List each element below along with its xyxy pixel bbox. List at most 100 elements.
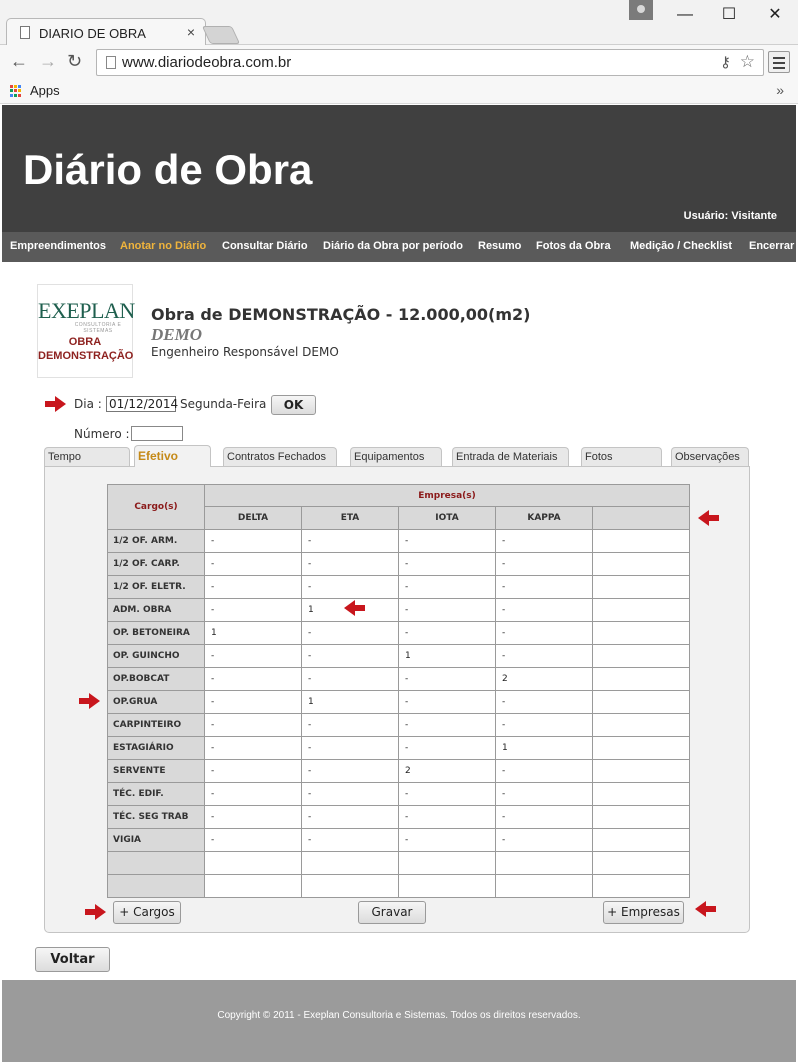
quantity-cell[interactable] [592, 874, 690, 898]
save-button[interactable]: Gravar [358, 901, 426, 924]
nav-resumo[interactable]: Resumo [478, 240, 521, 252]
quantity-cell[interactable]: - [204, 667, 302, 691]
tab-observacoes[interactable]: Observações [671, 447, 749, 466]
quantity-cell[interactable]: - [204, 828, 302, 852]
quantity-cell[interactable]: - [495, 575, 593, 599]
apps-link[interactable]: Apps [30, 83, 60, 98]
quantity-cell[interactable] [592, 805, 690, 829]
quantity-cell[interactable] [592, 621, 690, 645]
quantity-cell[interactable] [398, 851, 496, 875]
quantity-cell[interactable]: - [204, 575, 302, 599]
quantity-cell[interactable] [592, 851, 690, 875]
quantity-cell[interactable]: - [398, 575, 496, 599]
quantity-cell[interactable] [204, 874, 302, 898]
quantity-cell[interactable]: - [301, 644, 399, 668]
quantity-cell[interactable]: - [204, 713, 302, 737]
profile-icon[interactable] [629, 0, 653, 20]
tab-entrada-de-materiais[interactable]: Entrada de Materiais [452, 447, 569, 466]
new-tab-button[interactable] [201, 26, 241, 44]
address-bar[interactable]: www.diariodeobra.com.br ⚷ ☆ [96, 49, 764, 76]
quantity-cell[interactable] [592, 644, 690, 668]
tab-fotos[interactable]: Fotos [581, 447, 662, 466]
nav-medicao-checklist[interactable]: Medição / Checklist [630, 240, 732, 252]
close-window-button[interactable]: ✕ [752, 0, 798, 30]
quantity-cell[interactable] [592, 828, 690, 852]
forward-icon[interactable]: → [39, 51, 57, 72]
quantity-cell[interactable]: - [204, 552, 302, 576]
minimize-button[interactable]: — [662, 0, 708, 30]
quantity-cell[interactable] [592, 552, 690, 576]
quantity-cell[interactable] [592, 690, 690, 714]
quantity-cell[interactable]: - [301, 713, 399, 737]
browser-menu-button[interactable] [768, 51, 790, 73]
quantity-cell[interactable]: - [495, 828, 593, 852]
tab-contratos-fechados[interactable]: Contratos Fechados [223, 447, 337, 466]
quantity-cell[interactable]: - [398, 552, 496, 576]
quantity-cell[interactable]: - [495, 805, 593, 829]
quantity-cell[interactable] [495, 851, 593, 875]
quantity-cell[interactable]: - [398, 805, 496, 829]
add-empresas-button[interactable]: + Empresas [603, 901, 684, 924]
quantity-cell[interactable]: - [204, 805, 302, 829]
quantity-cell[interactable]: - [398, 621, 496, 645]
quantity-cell[interactable]: - [495, 598, 593, 622]
numero-field[interactable] [131, 426, 183, 441]
tab-efetivo[interactable]: Efetivo [134, 445, 211, 467]
quantity-cell[interactable]: 1 [204, 621, 302, 645]
quantity-cell[interactable]: - [398, 598, 496, 622]
quantity-cell[interactable]: - [301, 667, 399, 691]
quantity-cell[interactable]: 1 [301, 690, 399, 714]
bookmark-star-icon[interactable]: ☆ [740, 52, 755, 72]
quantity-cell[interactable] [592, 713, 690, 737]
quantity-cell[interactable]: - [204, 644, 302, 668]
quantity-cell[interactable]: - [398, 782, 496, 806]
quantity-cell[interactable]: - [204, 598, 302, 622]
quantity-cell[interactable]: - [301, 552, 399, 576]
nav-empreendimentos[interactable]: Empreendimentos [10, 240, 106, 252]
bookmarks-more-icon[interactable]: » [776, 82, 784, 98]
quantity-cell[interactable]: - [495, 690, 593, 714]
quantity-cell[interactable] [592, 575, 690, 599]
quantity-cell[interactable]: - [398, 713, 496, 737]
quantity-cell[interactable]: - [495, 529, 593, 553]
tab-equipamentos[interactable]: Equipamentos [350, 447, 442, 466]
quantity-cell[interactable]: - [301, 621, 399, 645]
quantity-cell[interactable] [301, 851, 399, 875]
apps-grid-icon[interactable] [10, 85, 22, 97]
quantity-cell[interactable]: - [204, 759, 302, 783]
close-tab-icon[interactable]: × [187, 24, 195, 40]
browser-tab[interactable]: DIARIO DE OBRA × [6, 18, 206, 46]
quantity-cell[interactable]: - [204, 529, 302, 553]
quantity-cell[interactable] [592, 759, 690, 783]
quantity-cell[interactable]: - [398, 828, 496, 852]
date-field[interactable]: 01/12/2014 [106, 396, 178, 412]
quantity-cell[interactable] [204, 851, 302, 875]
quantity-cell[interactable]: - [301, 782, 399, 806]
quantity-cell[interactable]: - [495, 782, 593, 806]
quantity-cell[interactable]: - [495, 644, 593, 668]
nav-encerrar[interactable]: Encerrar [749, 240, 794, 252]
quantity-cell[interactable]: - [301, 828, 399, 852]
quantity-cell[interactable]: 1 [495, 736, 593, 760]
quantity-cell[interactable]: 2 [398, 759, 496, 783]
quantity-cell[interactable] [592, 529, 690, 553]
back-button[interactable]: Voltar [35, 947, 110, 972]
quantity-cell[interactable]: - [495, 759, 593, 783]
quantity-cell[interactable]: - [301, 736, 399, 760]
quantity-cell[interactable]: - [204, 690, 302, 714]
quantity-cell[interactable]: - [495, 621, 593, 645]
quantity-cell[interactable] [398, 874, 496, 898]
quantity-cell[interactable]: - [204, 736, 302, 760]
quantity-cell[interactable] [495, 874, 593, 898]
quantity-cell[interactable] [592, 667, 690, 691]
key-icon[interactable]: ⚷ [720, 53, 731, 71]
quantity-cell[interactable]: - [398, 529, 496, 553]
quantity-cell[interactable]: 1 [398, 644, 496, 668]
add-cargos-button[interactable]: + Cargos [113, 901, 181, 924]
back-icon[interactable]: ← [10, 51, 28, 72]
quantity-cell[interactable]: - [301, 575, 399, 599]
nav-fotos-da-obra[interactable]: Fotos da Obra [536, 240, 611, 252]
quantity-cell[interactable] [592, 598, 690, 622]
quantity-cell[interactable]: - [398, 667, 496, 691]
maximize-button[interactable]: ☐ [706, 0, 752, 30]
